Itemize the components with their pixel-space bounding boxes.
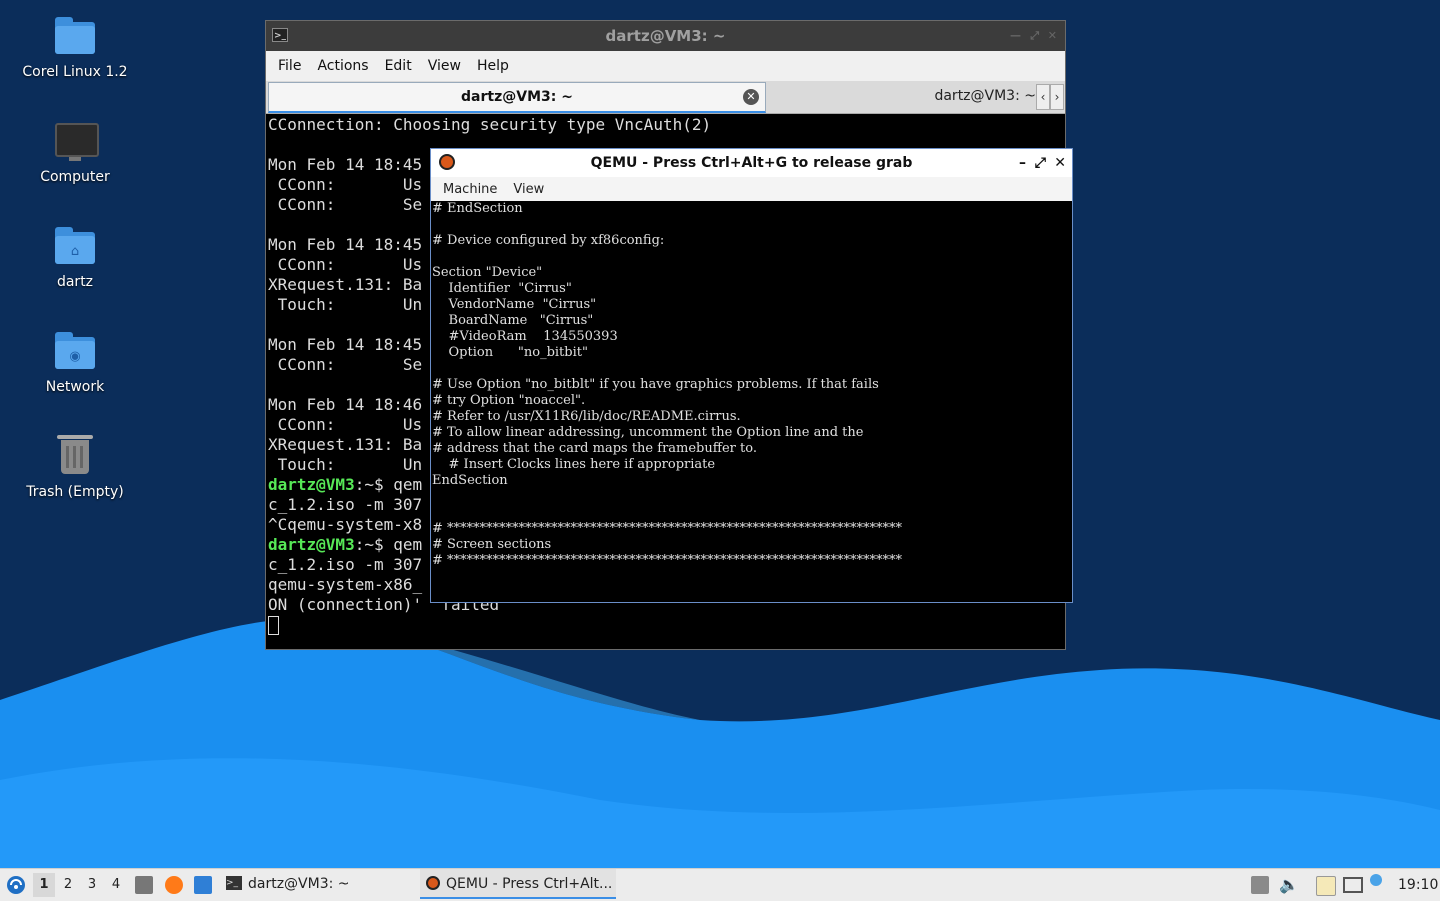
desktop-icon-label: Computer	[40, 169, 110, 185]
terminal-icon: >_	[226, 876, 242, 890]
home-folder-icon: ⌂	[53, 224, 97, 268]
desktop-icon-label: Trash (Empty)	[26, 484, 124, 500]
guest-text-line: Section "Device"	[432, 265, 543, 280]
guest-text-line: # Insert Clocks lines here if appropriat…	[432, 457, 716, 472]
guest-text-line: # Screen sections	[432, 537, 552, 552]
guest-text-line	[432, 217, 1073, 233]
notification-icon[interactable]	[1370, 874, 1382, 886]
desktop-icon-network[interactable]: ◉ Network	[15, 329, 135, 395]
desktop-icon-label: dartz	[56, 274, 94, 290]
clock[interactable]: 19:10	[1398, 869, 1438, 901]
menu-file[interactable]: File	[270, 58, 309, 74]
guest-text-line: BoardName "Cirrus"	[432, 313, 594, 328]
qemu-title: QEMU - Press Ctrl+Alt+G to release grab	[590, 155, 913, 171]
app-menu-icon[interactable]	[6, 875, 26, 895]
guest-text-line	[432, 361, 1073, 377]
tab-label: dartz@VM3: ~	[934, 88, 1036, 104]
tab-close-icon[interactable]: ✕	[743, 89, 759, 105]
computer-icon	[53, 119, 99, 163]
desktop-icon-trash[interactable]: Trash (Empty)	[15, 434, 135, 500]
workspace-4[interactable]: 4	[105, 873, 127, 897]
menu-help[interactable]: Help	[469, 58, 517, 74]
workspace-1[interactable]: 1	[33, 873, 55, 897]
file-manager-icon[interactable]	[135, 876, 153, 894]
tab-inactive[interactable]: dartz@VM3: ~	[766, 82, 1036, 110]
minimize-icon[interactable]: –	[1019, 149, 1026, 177]
minimize-icon[interactable]: —	[1010, 21, 1021, 51]
network-folder-icon: ◉	[53, 329, 97, 373]
close-icon[interactable]: ✕	[1054, 149, 1066, 177]
firefox-icon[interactable]	[165, 876, 183, 894]
guest-text-line: # EndSection	[432, 201, 523, 216]
guest-text-line	[432, 505, 1073, 521]
terminal-menubar: File Actions Edit View Help	[266, 51, 1065, 81]
menu-edit[interactable]: Edit	[377, 58, 420, 74]
guest-text-line: EndSection	[432, 473, 508, 488]
qemu-guest-screen[interactable]: # EndSection # Device configured by xf86…	[431, 201, 1073, 601]
network-icon[interactable]	[1343, 877, 1363, 893]
tab-scroll-right-icon[interactable]: ›	[1050, 84, 1064, 110]
maximize-icon[interactable]: ⤢	[1030, 21, 1039, 51]
desktop-icon-corel-linux[interactable]: Corel Linux 1.2	[15, 14, 135, 80]
workspace-2[interactable]: 2	[57, 873, 79, 897]
qemu-logo-icon	[426, 876, 440, 890]
show-desktop-icon[interactable]	[194, 876, 212, 894]
qemu-window[interactable]: QEMU - Press Ctrl+Alt+G to release grab …	[430, 148, 1073, 603]
prompt-user: dartz@VM3	[268, 475, 355, 494]
guest-text-line: # Use Option "no_bitblt" if you have gra…	[432, 377, 879, 392]
guest-text-line: VendorName "Cirrus"	[432, 297, 597, 312]
menu-view[interactable]: View	[420, 58, 469, 74]
menu-view[interactable]: View	[505, 182, 552, 197]
text-cursor	[268, 616, 279, 635]
guest-text-line: Option "no_bitbit"	[432, 345, 588, 360]
tab-scroll-left-icon[interactable]: ‹	[1036, 84, 1050, 110]
task-label: dartz@VM3: ~	[248, 876, 350, 892]
guest-text-line: # **************************************…	[432, 521, 903, 536]
prompt-user: dartz@VM3	[268, 535, 355, 554]
menu-machine[interactable]: Machine	[435, 182, 505, 197]
upload-icon[interactable]	[1251, 876, 1269, 894]
guest-text-line: # To allow linear addressing, uncomment …	[432, 425, 864, 440]
terminal-cursor-line	[268, 615, 1064, 635]
terminal-titlebar[interactable]: >_ dartz@VM3: ~ — ⤢ ✕	[266, 21, 1065, 51]
terminal-title: dartz@VM3: ~	[605, 27, 726, 45]
desktop-icon-label: Corel Linux 1.2	[22, 64, 128, 80]
guest-text-line	[432, 249, 1073, 265]
clipboard-icon[interactable]	[1316, 876, 1336, 896]
trash-icon	[53, 434, 97, 478]
guest-text-line: # Device configured by xf86config:	[432, 233, 665, 248]
guest-text-line: # **************************************…	[432, 553, 903, 568]
task-terminal[interactable]: >_ dartz@VM3: ~	[222, 869, 417, 899]
qemu-titlebar[interactable]: QEMU - Press Ctrl+Alt+G to release grab …	[431, 149, 1072, 177]
guest-text-line	[432, 489, 1073, 505]
desktop-icon-label: Network	[45, 379, 105, 395]
guest-text-line: # address that the card maps the framebu…	[432, 441, 757, 456]
task-qemu[interactable]: QEMU - Press Ctrl+Alt...	[420, 869, 616, 899]
guest-text-line: #VideoRam 134550393	[432, 329, 618, 344]
qemu-logo-icon	[439, 154, 455, 170]
guest-text-line: # Refer to /usr/X11R6/lib/doc/README.cir…	[432, 409, 741, 424]
close-icon[interactable]: ✕	[1048, 21, 1057, 51]
tab-active[interactable]: dartz@VM3: ~ ✕	[268, 82, 766, 113]
guest-text-line: # try Option "noaccel".	[432, 393, 586, 408]
desktop-icon-computer[interactable]: Computer	[15, 119, 135, 185]
tab-label: dartz@VM3: ~	[461, 89, 573, 105]
prompt-command: :~$ qem	[354, 535, 423, 554]
terminal-icon: >_	[272, 28, 288, 42]
qemu-menubar: Machine View	[431, 177, 1072, 201]
terminal-tabbar: dartz@VM3: ~ ✕ dartz@VM3: ~ ‹ ›	[266, 81, 1065, 114]
folder-icon	[53, 14, 97, 58]
desktop-icon-home[interactable]: ⌂ dartz	[15, 224, 135, 290]
volume-icon[interactable]: 🔈	[1279, 876, 1299, 894]
prompt-command: :~$ qem	[354, 475, 423, 494]
guest-text-line: Identifier "Cirrus"	[432, 281, 572, 296]
maximize-icon[interactable]: ⤢	[1035, 149, 1046, 177]
taskbar: 1 2 3 4 >_ dartz@VM3: ~ QEMU - Press Ctr…	[0, 868, 1440, 901]
workspace-3[interactable]: 3	[81, 873, 103, 897]
menu-actions[interactable]: Actions	[309, 58, 376, 74]
task-label: QEMU - Press Ctrl+Alt...	[446, 876, 613, 892]
terminal-line: CConnection: Choosing security type VncA…	[268, 115, 712, 134]
